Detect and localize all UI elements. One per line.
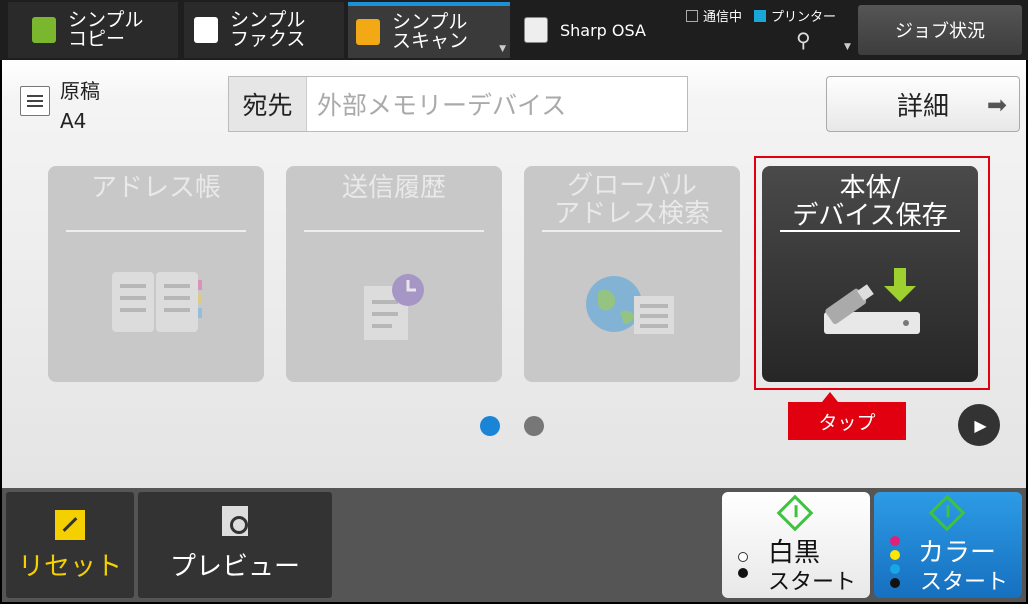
main-panel: 原稿 A4 宛先 外部メモリーデバイス 詳細 ➡ アドレス帳 送信履歴 グローバ (2, 60, 1026, 488)
reset-button[interactable]: リセット (6, 492, 134, 598)
communicating-indicator-icon (686, 9, 698, 22)
history-icon (364, 274, 424, 340)
chevron-down-icon: ▼ (499, 44, 506, 54)
top-bar: シンプル コピー シンプル ファクス シンプル スキャン ▼ Sharp OSA… (0, 0, 1028, 60)
reset-icon (55, 510, 85, 540)
printer-indicator-icon (754, 9, 767, 22)
chevron-down-icon[interactable]: ▼ (844, 42, 851, 52)
tab-simple-copy[interactable]: シンプル コピー (8, 2, 178, 58)
globe-icon (586, 276, 674, 334)
next-page-button[interactable]: ▶ (958, 404, 1000, 446)
address-book-icon (112, 272, 202, 332)
color-start-sublabel: スタート (920, 570, 1009, 595)
tab-sharp-osa[interactable]: Sharp OSA (514, 2, 674, 58)
usb-icon[interactable]: ⚲ (796, 28, 811, 52)
scan-icon (356, 19, 380, 45)
destination-label: 宛先 (229, 77, 307, 131)
yellow-dot-icon (890, 550, 900, 560)
reset-label: リセット (17, 552, 122, 582)
detail-button[interactable]: 詳細 ➡ (826, 76, 1020, 132)
page-indicator-active (480, 416, 500, 436)
tab-label: シンプル スキャン (392, 11, 469, 52)
original-info[interactable]: 原稿 A4 (60, 76, 100, 136)
destination-value: 外部メモリーデバイス (317, 91, 567, 120)
osa-icon (524, 17, 548, 43)
highlight-frame (754, 156, 990, 390)
black-dot-icon (890, 578, 900, 588)
preview-icon (222, 506, 248, 536)
start-icon (928, 494, 966, 532)
preview-button[interactable]: プレビュー (138, 492, 332, 598)
communicating-label: 通信中 (703, 10, 743, 25)
white-dot-icon (738, 552, 748, 562)
tab-label: シンプル コピー (68, 9, 144, 50)
status-indicators: 通信中 プリンター (686, 6, 836, 25)
cyan-dot-icon (890, 564, 900, 574)
detail-label: 詳細 (896, 91, 949, 122)
global-address-search-tile: グローバル アドレス検索 (524, 166, 740, 382)
tab-simple-scan[interactable]: シンプル スキャン ▼ (348, 2, 510, 58)
bottom-bar: リセット プレビュー 白黒 スタート カラー スタート (2, 488, 1026, 602)
destination-field[interactable]: 宛先 外部メモリーデバイス (228, 76, 688, 132)
tap-callout: タップ (788, 392, 906, 440)
tile-label: アドレス帳 (90, 173, 221, 203)
tile-label: 送信履歴 (341, 173, 446, 203)
fax-icon (194, 17, 218, 43)
bw-start-button[interactable]: 白黒 スタート (722, 492, 870, 598)
original-label: 原稿 (60, 79, 100, 103)
send-history-tile: 送信履歴 (286, 166, 502, 382)
original-size: A4 (60, 109, 87, 133)
page-indicator[interactable] (524, 416, 544, 436)
printer-label: プリンター (771, 10, 837, 25)
preview-label: プレビュー (169, 552, 300, 582)
black-dot-icon (738, 568, 748, 578)
tab-label: Sharp OSA (560, 20, 646, 40)
start-icon (776, 494, 814, 532)
copy-icon (32, 17, 56, 43)
color-start-button[interactable]: カラー スタート (874, 492, 1022, 598)
tab-simple-fax[interactable]: シンプル ファクス (184, 2, 344, 58)
arrow-right-icon: ➡ (986, 91, 1007, 119)
bw-start-sublabel: スタート (768, 570, 857, 595)
job-status-button[interactable]: ジョブ状況 (858, 5, 1022, 55)
magenta-dot-icon (890, 536, 900, 546)
tile-label: グローバル アドレス検索 (553, 171, 710, 229)
original-settings-icon[interactable] (20, 86, 50, 116)
address-book-tile: アドレス帳 (48, 166, 264, 382)
tab-label: シンプル ファクス (230, 9, 306, 50)
